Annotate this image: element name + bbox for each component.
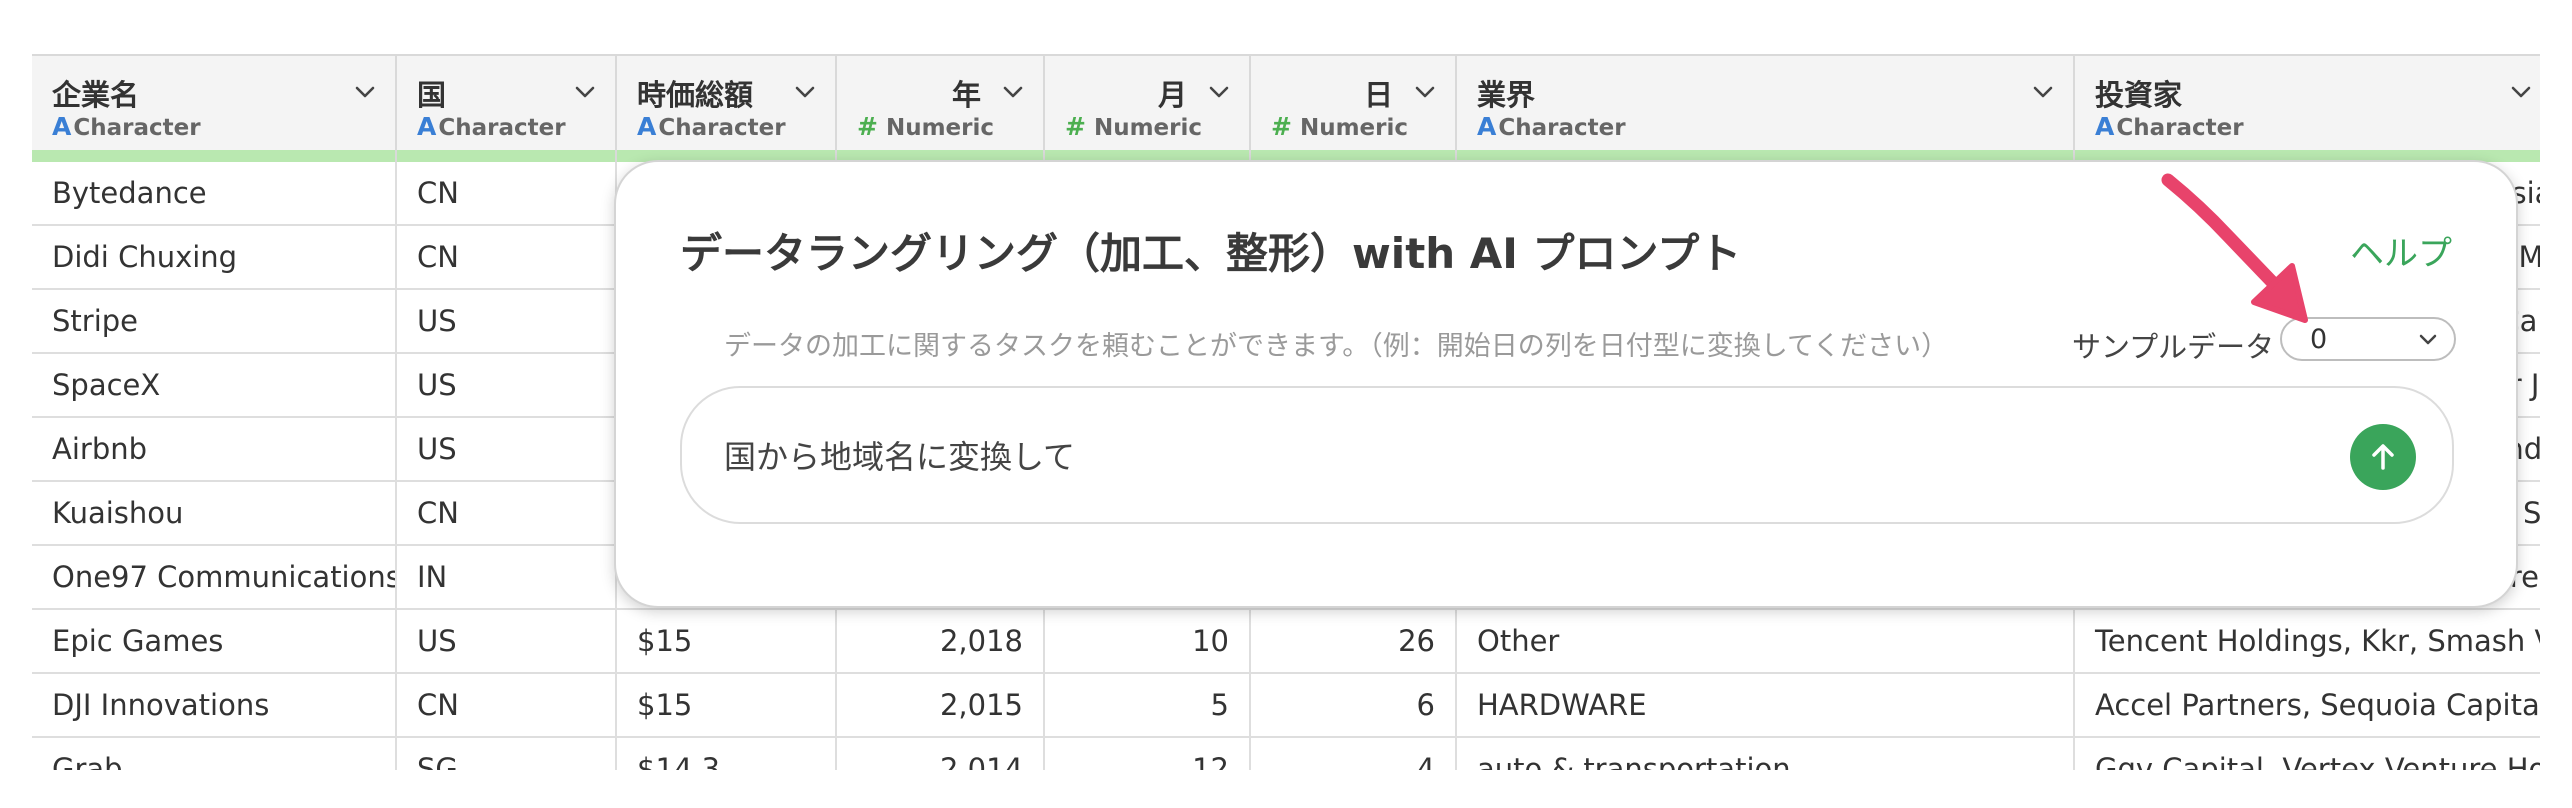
column-type-icon: A — [637, 112, 657, 141]
table-cell[interactable]: CN — [396, 162, 617, 226]
column-type-label: Character — [1498, 115, 1626, 141]
table-cell[interactable]: $14.3 — [616, 737, 837, 770]
column-header[interactable]: 月 # Numeric — [1044, 54, 1251, 150]
dialog-title: データラングリング（加工、整形）with AI プロンプト — [680, 229, 1742, 278]
table-cell[interactable]: Grab — [32, 737, 397, 770]
chevron-down-icon[interactable] — [791, 78, 819, 106]
table-cell[interactable]: IN — [396, 545, 617, 610]
column-type: ACharacter — [52, 112, 395, 141]
table-cell[interactable]: US — [396, 609, 617, 674]
table-cell[interactable]: Bytedance — [32, 162, 397, 226]
help-link[interactable]: ヘルプ — [2350, 226, 2452, 275]
table-cell[interactable]: 12 — [1044, 737, 1251, 770]
table-cell[interactable]: Epic Games — [32, 609, 397, 674]
table-cell[interactable]: Accel Partners, Sequoia Capital — [2074, 673, 2540, 738]
table-cell[interactable]: SpaceX — [32, 353, 397, 418]
column-type-label: Character — [658, 115, 786, 141]
table-cell[interactable]: 6 — [1250, 673, 1457, 738]
column-header[interactable]: 投資家 ACharacter — [2074, 54, 2540, 150]
table-cell[interactable]: $15 — [616, 609, 837, 674]
chevron-down-icon[interactable] — [1411, 78, 1439, 106]
column-name: 業界 — [1477, 78, 1536, 112]
table-cell[interactable]: SG — [396, 737, 617, 770]
column-type-icon: # — [1065, 112, 1086, 141]
column-type-icon: # — [857, 112, 878, 141]
column-type: ACharacter — [2095, 112, 2540, 141]
sample-data-select[interactable]: 0 — [2280, 317, 2456, 361]
column-type-icon: A — [1477, 112, 1497, 141]
table-cell[interactable]: $15 — [616, 673, 837, 738]
prompt-input[interactable]: 国から地域名に変換して — [680, 386, 2454, 524]
arrow-up-icon — [2372, 444, 2394, 470]
table-cell[interactable]: Didi Chuxing — [32, 225, 397, 290]
sample-data-value: 0 — [2310, 324, 2328, 355]
header-row: 企業名 ACharacter 国 ACharacter 時価総額 ACharacter 年 #… — [32, 54, 2540, 150]
table-cell[interactable]: DJI Innovations — [32, 673, 397, 738]
table-cell[interactable]: 10 — [1044, 609, 1251, 674]
table-cell[interactable]: Kuaishou — [32, 481, 397, 546]
column-type: # Numeric — [857, 112, 1043, 141]
chevron-down-icon[interactable] — [571, 78, 599, 106]
column-type-icon: A — [2095, 112, 2115, 141]
sample-data-label: サンプルデータ — [2072, 330, 2275, 364]
table-cell[interactable]: One97 Communications — [32, 545, 397, 610]
prompt-hint: データの加工に関するタスクを頼むことができます。（例：開始日の列を日付型に変換し… — [724, 331, 1949, 362]
column-header[interactable]: 年 # Numeric — [836, 54, 1045, 150]
chevron-down-icon[interactable] — [2029, 78, 2057, 106]
table-cell[interactable]: 4 — [1250, 737, 1457, 770]
table-cell[interactable]: 2,014 — [836, 737, 1045, 770]
ai-prompt-dialog: データラングリング（加工、整形）with AI プロンプト ヘルプ データの加工… — [614, 160, 2518, 608]
table-cell[interactable]: Other — [1456, 609, 2075, 674]
column-type-icon: A — [417, 112, 437, 141]
chevron-down-icon[interactable] — [1205, 78, 1233, 106]
column-type-label: Character — [73, 115, 201, 141]
table-cell[interactable]: Airbnb — [32, 417, 397, 482]
prompt-text: 国から地域名に変換して — [724, 438, 1076, 476]
table-cell[interactable]: CN — [396, 673, 617, 738]
quality-bar-cell — [32, 150, 397, 162]
table-cell[interactable]: US — [396, 417, 617, 482]
table-cell[interactable]: 2,018 — [836, 609, 1045, 674]
table-cell[interactable]: Tencent Holdings, Kkr, Smash Ventures — [2074, 609, 2540, 674]
column-type: # Numeric — [1271, 112, 1455, 141]
chevron-down-icon[interactable] — [351, 78, 379, 106]
column-type-label: Numeric — [885, 115, 995, 141]
chevron-down-icon[interactable] — [999, 78, 1027, 106]
table-cell[interactable]: Ggv Capital, Vertex Venture Holdings, So… — [2074, 737, 2540, 770]
table-cell[interactable]: US — [396, 353, 617, 418]
column-header[interactable]: 企業名 ACharacter — [32, 54, 397, 150]
table-cell[interactable]: HARDWARE — [1456, 673, 2075, 738]
table-cell[interactable]: US — [396, 289, 617, 354]
column-header[interactable]: 業界 ACharacter — [1456, 54, 2075, 150]
table-cell[interactable]: auto & transportation — [1456, 737, 2075, 770]
column-name: 投資家 — [2095, 78, 2183, 112]
column-header[interactable]: 日 # Numeric — [1250, 54, 1457, 150]
column-type: ACharacter — [1477, 112, 2073, 141]
quality-bar-cell — [396, 150, 617, 162]
table-cell[interactable]: CN — [396, 225, 617, 290]
table-cell[interactable]: 5 — [1044, 673, 1251, 738]
table-row[interactable]: Grab SG $14.3 2,014 12 4 auto & transportation… — [32, 737, 2540, 770]
table-cell[interactable]: Stripe — [32, 289, 397, 354]
column-type-label: Character — [438, 115, 566, 141]
chevron-down-icon — [2419, 334, 2437, 345]
send-button[interactable] — [2350, 424, 2416, 490]
column-header[interactable]: 時価総額 ACharacter — [616, 54, 837, 150]
table-cell[interactable]: CN — [396, 481, 617, 546]
chevron-down-icon[interactable] — [2507, 78, 2535, 106]
column-type: # Numeric — [1065, 112, 1249, 141]
table-row[interactable]: DJI Innovations CN $15 2,015 5 6 HARDWARE Accel… — [32, 673, 2540, 738]
column-type-label: Numeric — [1093, 115, 1203, 141]
column-type-icon: A — [52, 112, 72, 141]
table-cell[interactable]: 26 — [1250, 609, 1457, 674]
column-header[interactable]: 国 ACharacter — [396, 54, 617, 150]
column-type-label: Character — [2116, 115, 2244, 141]
column-type: ACharacter — [637, 112, 835, 141]
table-cell[interactable]: 2,015 — [836, 673, 1045, 738]
column-name: 企業名 — [52, 78, 140, 112]
column-type: ACharacter — [417, 112, 615, 141]
column-type-icon: # — [1271, 112, 1292, 141]
table-row[interactable]: Epic Games US $15 2,018 10 26 Other Tencent Hol… — [32, 609, 2540, 674]
column-type-label: Numeric — [1299, 115, 1409, 141]
